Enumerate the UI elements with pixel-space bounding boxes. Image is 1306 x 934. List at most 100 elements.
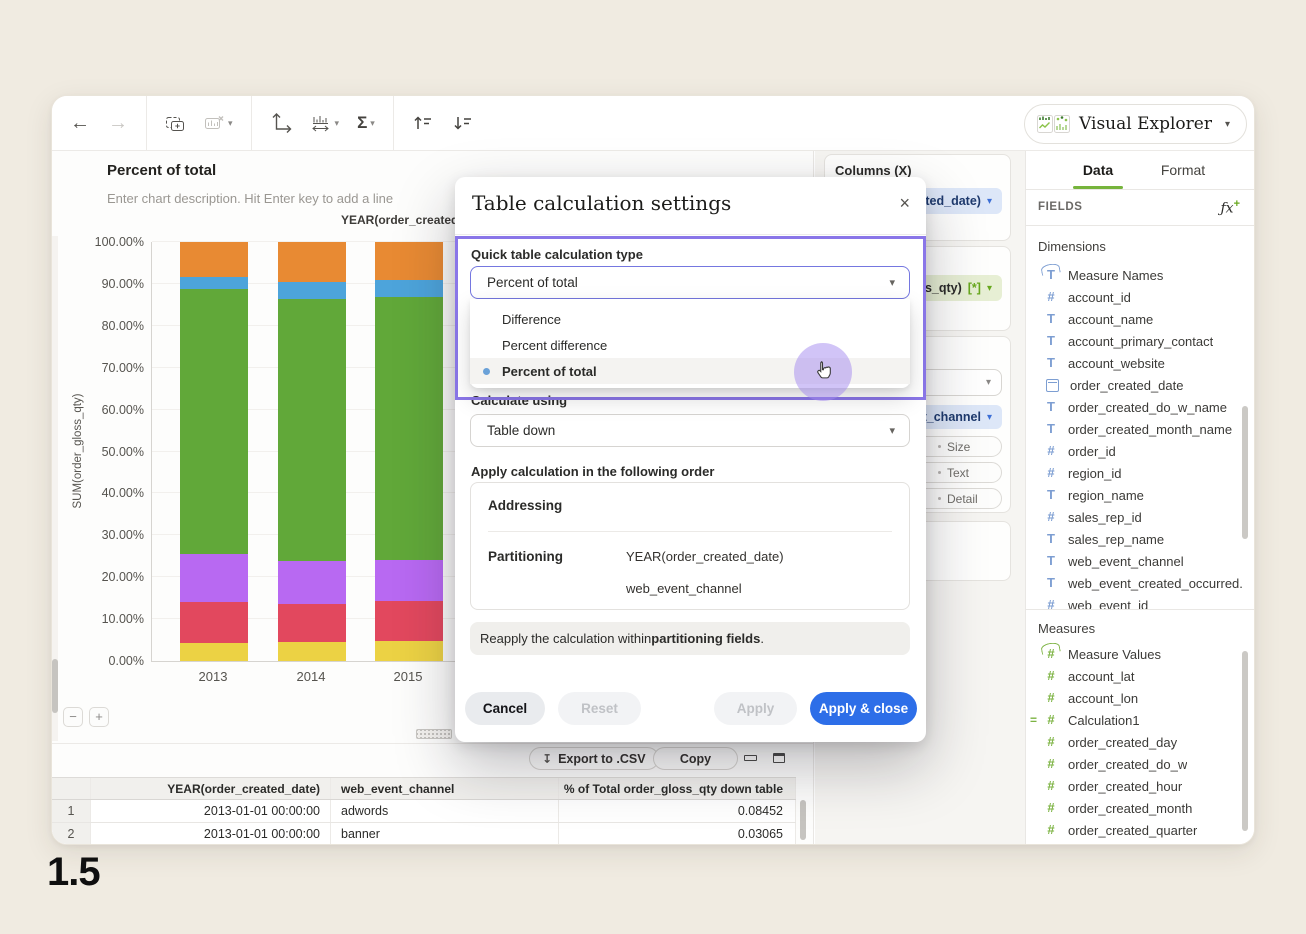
bar-segment-red[interactable] bbox=[180, 602, 248, 643]
selected-dot-icon bbox=[483, 368, 490, 375]
duplicate-chart-button[interactable] bbox=[165, 113, 186, 134]
bar-segment-green[interactable] bbox=[278, 299, 346, 561]
note-bold: partitioning fields bbox=[651, 631, 760, 646]
close-icon[interactable]: × bbox=[899, 193, 910, 213]
field-item[interactable]: #sales_rep_id bbox=[1026, 506, 1242, 528]
x-category-label: 2014 bbox=[277, 669, 345, 684]
bar-segment-yellow[interactable] bbox=[375, 641, 443, 661]
dropdown-option-percent-of-total[interactable]: Percent of total bbox=[470, 358, 910, 384]
apply-button[interactable]: Apply bbox=[714, 692, 797, 725]
field-item[interactable]: Tweb_event_created_occurred... bbox=[1026, 572, 1242, 594]
field-item[interactable]: Torder_created_month_name bbox=[1026, 418, 1242, 440]
export-csv-label: Export to .CSV bbox=[558, 752, 646, 766]
add-calculation-icon[interactable]: ƒx+ bbox=[1220, 198, 1240, 217]
table-header-row: YEAR(order_created_date)web_event_channe… bbox=[52, 777, 796, 800]
field-item[interactable]: #web_event_id bbox=[1026, 594, 1242, 609]
transpose-axes-icon bbox=[270, 112, 292, 134]
bar-width-button[interactable]: ▾ bbox=[310, 113, 340, 134]
dropdown-option-difference[interactable]: Difference bbox=[470, 306, 910, 332]
minimize-table-icon[interactable] bbox=[744, 755, 757, 761]
calculate-using-select[interactable]: Table down ▾ bbox=[470, 414, 910, 447]
aggregate-button[interactable]: Σ ▾ bbox=[357, 113, 375, 133]
field-label: region_name bbox=[1068, 488, 1144, 503]
remove-chart-button[interactable]: ▾ bbox=[204, 113, 233, 133]
field-item[interactable]: Taccount_name bbox=[1026, 308, 1242, 330]
field-item[interactable]: #account_id bbox=[1026, 286, 1242, 308]
sort-ascending-button[interactable] bbox=[412, 114, 434, 132]
field-item[interactable]: Taccount_primary_contact bbox=[1026, 330, 1242, 352]
field-label: account_primary_contact bbox=[1068, 334, 1213, 349]
chart-title[interactable]: Percent of total bbox=[107, 162, 216, 179]
table-cell: 0.03065 bbox=[559, 823, 796, 845]
transpose-axes-button[interactable] bbox=[270, 112, 292, 134]
maximize-table-icon[interactable] bbox=[773, 753, 785, 763]
reset-button[interactable]: Reset bbox=[558, 692, 641, 725]
sort-descending-button[interactable] bbox=[452, 114, 474, 132]
fields-header: FIELDS ƒx+ bbox=[1026, 189, 1255, 226]
field-item[interactable]: =#Calculation1 bbox=[1026, 709, 1242, 731]
forward-button[interactable]: → bbox=[108, 113, 128, 133]
measures-scrollbar-thumb[interactable] bbox=[1242, 651, 1248, 831]
field-item[interactable]: #order_created_do_w bbox=[1026, 753, 1242, 775]
table-row[interactable]: 12013-01-01 00:00:00adwords0.08452 bbox=[52, 800, 796, 823]
field-item[interactable]: #Measure Values bbox=[1026, 643, 1242, 665]
bar-segment-green[interactable] bbox=[180, 289, 248, 554]
bar-segment-purple[interactable] bbox=[180, 554, 248, 602]
table-scrollbar-thumb[interactable] bbox=[800, 800, 806, 840]
chevron-down-icon: ▾ bbox=[986, 377, 991, 388]
tab-data[interactable]: Data bbox=[1073, 151, 1123, 189]
number-icon: # bbox=[1044, 779, 1058, 793]
field-item[interactable]: #order_created_day bbox=[1026, 731, 1242, 753]
bar-segment-blue[interactable] bbox=[278, 282, 346, 299]
export-csv-button[interactable]: ↧ Export to .CSV bbox=[529, 747, 659, 770]
bar-segment-yellow[interactable] bbox=[180, 643, 248, 661]
table-calculation-settings-modal: Table calculation settings × Quick table… bbox=[455, 177, 926, 742]
field-item[interactable]: TMeasure Names bbox=[1026, 264, 1242, 286]
table-row[interactable]: 22013-01-01 00:00:00banner0.03065 bbox=[52, 823, 796, 845]
field-item[interactable]: Tweb_event_channel bbox=[1026, 550, 1242, 572]
tab-format[interactable]: Format bbox=[1154, 151, 1212, 189]
dropdown-option-percent-difference[interactable]: Percent difference bbox=[470, 332, 910, 358]
apply-close-button[interactable]: Apply & close bbox=[810, 692, 917, 725]
bar-segment-green[interactable] bbox=[375, 297, 443, 561]
field-item[interactable]: order_created_date bbox=[1026, 374, 1242, 396]
bar-segment-yellow[interactable] bbox=[278, 642, 346, 661]
bar-segment-purple[interactable] bbox=[278, 561, 346, 603]
field-item[interactable]: #account_lat bbox=[1026, 665, 1242, 687]
horizontal-scrollbar-handle[interactable] bbox=[416, 729, 452, 739]
bar-segment-orange[interactable] bbox=[278, 242, 346, 282]
dimensions-scrollbar-thumb[interactable] bbox=[1242, 406, 1248, 539]
bar-segment-red[interactable] bbox=[375, 601, 443, 641]
field-item[interactable]: Tregion_name bbox=[1026, 484, 1242, 506]
field-item[interactable]: Tsales_rep_name bbox=[1026, 528, 1242, 550]
zoom-out-button[interactable]: − bbox=[63, 707, 83, 727]
app-switcher-button[interactable]: Visual Explorer ▾ bbox=[1024, 104, 1247, 144]
bar-segment-blue[interactable] bbox=[375, 280, 443, 297]
number-icon: # bbox=[1044, 735, 1058, 749]
field-item[interactable]: #order_created_hour bbox=[1026, 775, 1242, 797]
vertical-scrollbar-thumb[interactable] bbox=[52, 659, 58, 713]
field-item[interactable]: #account_lon bbox=[1026, 687, 1242, 709]
copy-button[interactable]: Copy bbox=[653, 747, 738, 770]
field-item[interactable]: Torder_created_do_w_name bbox=[1026, 396, 1242, 418]
zoom-in-button[interactable]: + bbox=[89, 707, 109, 727]
chevron-down-icon: ▾ bbox=[987, 412, 992, 423]
field-item[interactable]: #order_created_quarter bbox=[1026, 819, 1242, 841]
partitioning-field: YEAR(order_created_date) bbox=[626, 549, 784, 564]
bar-segment-blue[interactable] bbox=[180, 277, 248, 289]
chart-description-placeholder[interactable]: Enter chart description. Hit Enter key t… bbox=[107, 191, 393, 206]
results-table: YEAR(order_created_date)web_event_channe… bbox=[52, 777, 796, 845]
bar-segment-red[interactable] bbox=[278, 604, 346, 643]
field-item[interactable]: Taccount_website bbox=[1026, 352, 1242, 374]
bar-segment-purple[interactable] bbox=[375, 560, 443, 601]
cancel-button[interactable]: Cancel bbox=[465, 692, 545, 725]
back-button[interactable]: ← bbox=[70, 113, 90, 133]
field-item[interactable]: #order_created_month bbox=[1026, 797, 1242, 819]
bar-segment-orange[interactable] bbox=[180, 242, 248, 277]
bar-width-icon bbox=[310, 113, 332, 134]
field-item[interactable]: #region_id bbox=[1026, 462, 1242, 484]
field-item[interactable]: #order_id bbox=[1026, 440, 1242, 462]
partitioning-label: Partitioning bbox=[488, 549, 563, 564]
bar-segment-orange[interactable] bbox=[375, 242, 443, 280]
quick-type-select[interactable]: Percent of total ▾ bbox=[470, 266, 910, 299]
